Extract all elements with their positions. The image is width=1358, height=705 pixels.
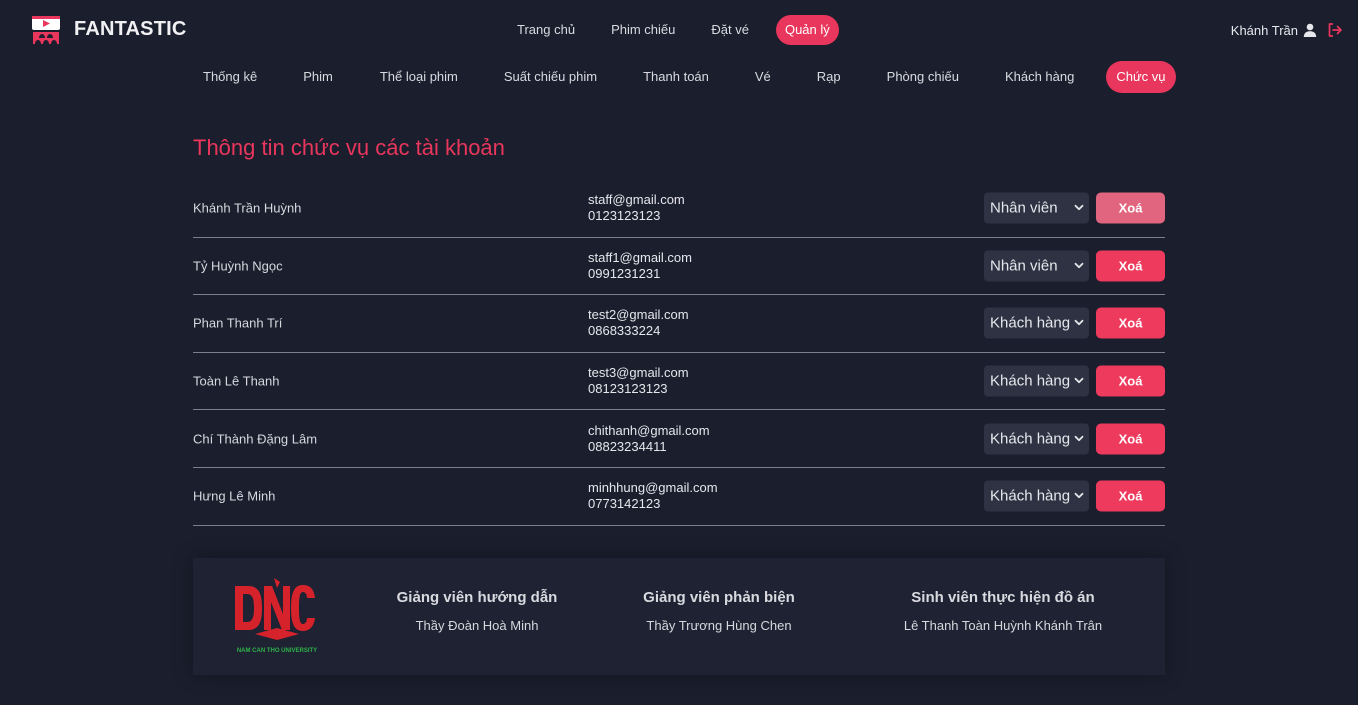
- role-select-value: Nhân viên: [990, 199, 1058, 217]
- account-email: staff1@gmail.com: [588, 249, 692, 265]
- subnav-showtimes[interactable]: Suất chiếu phim: [494, 61, 607, 93]
- footer-col-students: Sinh viên thực hiện đồ án Lê Thanh Toàn …: [883, 589, 1123, 633]
- footer-col-advisor: Giảng viên hướng dẫn Thầy Đoàn Hoà Minh: [371, 589, 583, 633]
- subnav-genres[interactable]: Thể loại phim: [370, 61, 468, 93]
- topnav-admin[interactable]: Quản lý: [775, 15, 839, 45]
- logout-icon[interactable]: [1327, 22, 1343, 38]
- account-contact: test3@gmail.com 08123123123: [588, 365, 689, 397]
- role-select[interactable]: Nhân viên: [984, 192, 1089, 224]
- brand-name: FANTASTIC: [74, 18, 187, 40]
- university-logo: NAM CAN THO UNIVERSITY: [235, 578, 317, 654]
- delete-button[interactable]: Xoá: [1096, 480, 1165, 512]
- subnav-roles[interactable]: Chức vụ: [1106, 61, 1176, 93]
- table-row: Hưng Lê Minh minhhung@gmail.com 07731421…: [193, 468, 1165, 526]
- account-email: chithanh@gmail.com: [588, 422, 710, 438]
- account-email: test2@gmail.com: [588, 307, 689, 323]
- role-select[interactable]: Khách hàng: [984, 423, 1089, 455]
- chevron-down-icon: [1074, 493, 1084, 499]
- chevron-down-icon: [1074, 435, 1084, 441]
- account-contact: test2@gmail.com 0868333224: [588, 307, 689, 339]
- delete-button[interactable]: Xoá: [1096, 307, 1165, 339]
- topnav-home[interactable]: Trang chủ: [508, 15, 584, 45]
- role-select-value: Nhân viên: [990, 257, 1058, 275]
- footer-value: Thầy Trương Hùng Chen: [646, 618, 792, 633]
- role-select-value: Khách hàng: [990, 430, 1071, 448]
- university-logo-caption: NAM CAN THO UNIVERSITY: [237, 648, 317, 654]
- topnav-movies[interactable]: Phim chiếu: [602, 15, 684, 45]
- top-nav: Trang chủ Phim chiếu Đặt vé Quản lý: [508, 15, 839, 45]
- account-email: minhhung@gmail.com: [588, 480, 718, 496]
- account-contact: staff1@gmail.com 0991231231: [588, 250, 692, 282]
- account-email: test3@gmail.com: [588, 365, 689, 381]
- account-name: Tỷ Huỳnh Ngọc: [193, 258, 283, 274]
- table-row: Phan Thanh Trí test2@gmail.com 086833322…: [193, 295, 1165, 353]
- subnav-payments[interactable]: Thanh toán: [633, 61, 719, 93]
- footer-heading: Giảng viên phản biện: [643, 589, 795, 606]
- account-phone: 0123123123: [588, 208, 661, 224]
- subnav-rooms[interactable]: Phòng chiếu: [877, 61, 969, 93]
- delete-button[interactable]: Xoá: [1096, 192, 1165, 224]
- account-phone: 08123123123: [588, 381, 668, 397]
- chevron-down-icon: [1074, 377, 1084, 384]
- role-select-value: Khách hàng: [990, 314, 1071, 332]
- delete-button[interactable]: Xoá: [1096, 250, 1165, 282]
- account-name: Khánh Trần Huỳnh: [193, 200, 302, 216]
- subnav-cinemas[interactable]: Rạp: [807, 61, 851, 93]
- table-row: Tỷ Huỳnh Ngọc staff1@gmail.com 099123123…: [193, 238, 1165, 296]
- user-name[interactable]: Khánh Trần: [1231, 23, 1298, 38]
- brand-logo[interactable]: FANTASTIC: [31, 14, 187, 45]
- role-select-value: Khách hàng: [990, 487, 1071, 505]
- header: FANTASTIC Trang chủ Phim chiếu Đặt vé Qu…: [0, 0, 1358, 60]
- role-select[interactable]: Khách hàng: [984, 480, 1089, 512]
- subnav-tickets[interactable]: Vé: [745, 61, 781, 93]
- delete-button[interactable]: Xoá: [1096, 365, 1165, 397]
- page-title: Thông tin chức vụ các tài khoản: [193, 135, 505, 160]
- chevron-down-icon: [1074, 205, 1084, 211]
- delete-button[interactable]: Xoá: [1096, 423, 1165, 455]
- footer-col-reviewer: Giảng viên phản biện Thầy Trương Hùng Ch…: [613, 589, 825, 633]
- account-email: staff@gmail.com: [588, 192, 685, 208]
- subnav-statistics[interactable]: Thống kê: [193, 61, 267, 93]
- admin-subnav: Thống kê Phim Thể loại phim Suất chiếu p…: [193, 61, 1176, 93]
- account-name: Hưng Lê Minh: [193, 488, 276, 504]
- subnav-customers[interactable]: Khách hàng: [995, 61, 1084, 93]
- cinema-logo-icon: [32, 16, 60, 44]
- accounts-table: Khánh Trần Huỳnh staff@gmail.com 0123123…: [193, 180, 1165, 526]
- role-select[interactable]: Nhân viên: [984, 250, 1089, 282]
- footer-heading: Sinh viên thực hiện đồ án: [911, 589, 1095, 606]
- account-name: Chí Thành Đặng Lâm: [193, 431, 318, 447]
- role-select[interactable]: Khách hàng: [984, 307, 1089, 339]
- footer-value: Lê Thanh Toàn Huỳnh Khánh Trân: [903, 618, 1103, 633]
- role-select-value: Khách hàng: [990, 372, 1071, 390]
- account-contact: minhhung@gmail.com 0773142123: [588, 480, 718, 512]
- user-menu[interactable]: Khánh Trần: [1231, 22, 1343, 38]
- footer-value: Thầy Đoàn Hoà Minh: [415, 618, 539, 633]
- topnav-booking[interactable]: Đặt vé: [702, 15, 758, 45]
- account-name: Phan Thanh Trí: [193, 315, 283, 331]
- chevron-down-icon: [1074, 320, 1084, 326]
- account-phone: 08823234411: [588, 438, 667, 454]
- table-row: Chí Thành Đặng Lâm chithanh@gmail.com 08…: [193, 410, 1165, 468]
- account-phone: 0773142123: [588, 496, 661, 512]
- chevron-down-icon: [1074, 262, 1084, 268]
- user-icon[interactable]: [1303, 23, 1317, 37]
- table-row: Toàn Lê Thanh test3@gmail.com 0812312312…: [193, 353, 1165, 411]
- account-phone: 0991231231: [588, 265, 661, 281]
- account-contact: staff@gmail.com 0123123123: [588, 192, 685, 224]
- subnav-movies[interactable]: Phim: [293, 61, 343, 93]
- footer-heading: Giảng viên hướng dẫn: [396, 589, 558, 606]
- account-contact: chithanh@gmail.com 08823234411: [588, 423, 710, 455]
- role-select[interactable]: Khách hàng: [984, 365, 1089, 397]
- account-name: Toàn Lê Thanh: [193, 373, 280, 389]
- account-phone: 0868333224: [588, 323, 661, 339]
- footer: NAM CAN THO UNIVERSITY Giảng viên hướng …: [193, 558, 1165, 675]
- table-row: Khánh Trần Huỳnh staff@gmail.com 0123123…: [193, 180, 1165, 238]
